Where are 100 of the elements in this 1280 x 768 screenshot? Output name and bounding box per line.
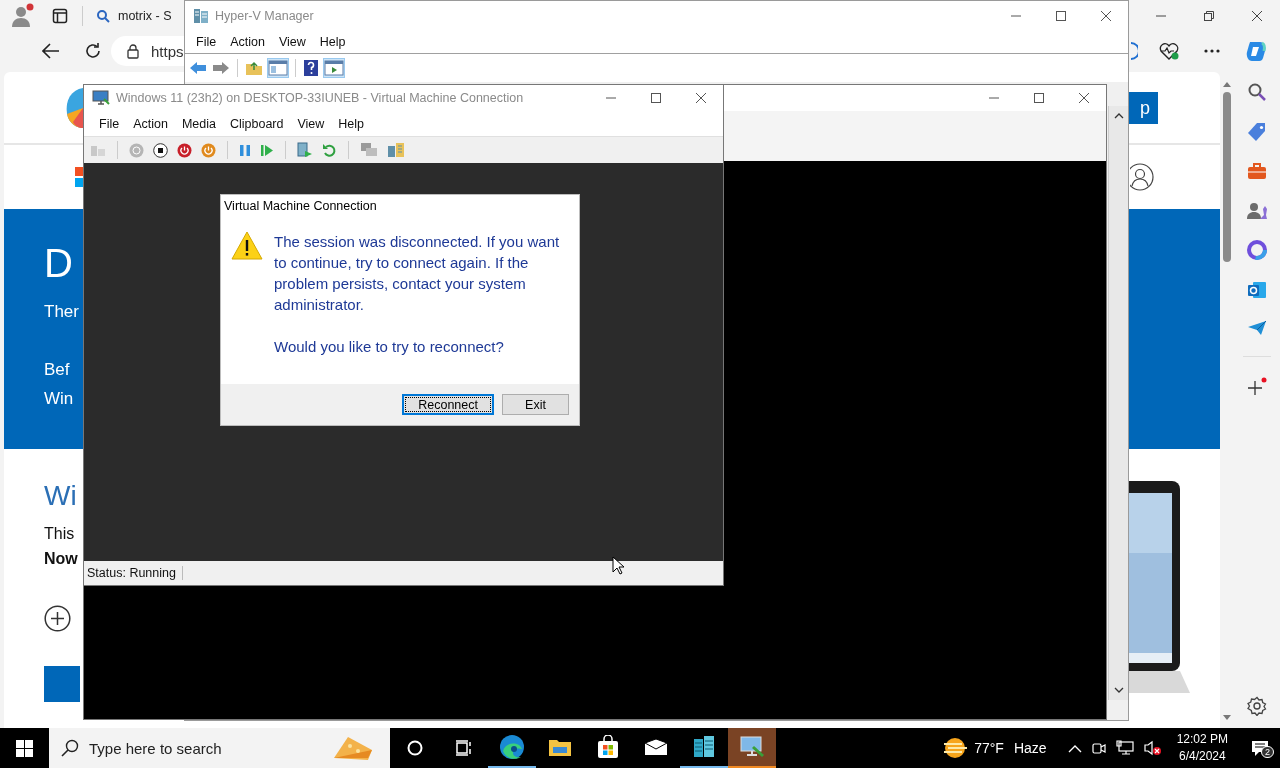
header-button[interactable]: p: [1128, 92, 1158, 124]
restore-icon[interactable]: [1203, 10, 1215, 22]
clock-date[interactable]: 6/4/2024: [1178, 748, 1226, 765]
window-title: Hyper-V Manager: [215, 9, 314, 23]
copilot-icon[interactable]: [1244, 39, 1268, 63]
close-icon[interactable]: [695, 92, 707, 104]
scrollbar[interactable]: [1222, 80, 1232, 722]
more-icon[interactable]: [1204, 49, 1220, 53]
checkpoint-icon[interactable]: [297, 142, 313, 158]
address-text: https: [151, 42, 184, 60]
power-icon[interactable]: [177, 142, 192, 158]
revert-icon[interactable]: [322, 142, 337, 158]
menu-item[interactable]: File: [189, 35, 224, 49]
outlook-icon[interactable]: [1247, 280, 1267, 300]
help-icon[interactable]: [303, 59, 319, 77]
office-icon[interactable]: [1247, 240, 1267, 260]
search-icon[interactable]: [1247, 82, 1267, 102]
account-icon[interactable]: [1130, 163, 1154, 191]
dialog-message: The session was disconnected. If you want to continue, try to connect again. If the problem persists, contact your system administrator.: [274, 232, 561, 315]
task-view-icon[interactable]: [455, 740, 473, 756]
menu-item[interactable]: Media: [174, 116, 223, 131]
microsoft-logo-icon: [75, 167, 83, 187]
dialog-title: Virtual Machine Connection: [223, 198, 378, 215]
window-title: Windows 11 (23h2) on DESKTOP-33IUNEB - Virtual Machine Connection: [116, 91, 524, 105]
search-icon: [61, 739, 79, 757]
send-icon[interactable]: [1247, 320, 1267, 336]
maximize-icon[interactable]: [650, 92, 662, 104]
camera-icon[interactable]: [1091, 740, 1106, 756]
monitor-icon: [92, 90, 110, 106]
scrollbar-thumb[interactable]: [1223, 92, 1231, 262]
menu-item[interactable]: Help: [331, 116, 372, 131]
menu-item[interactable]: File: [92, 116, 127, 131]
dialog-button[interactable]: Reconnect: [402, 394, 494, 415]
console-tree-icon[interactable]: [268, 59, 288, 77]
extension-icon[interactable]: [1131, 42, 1138, 60]
lock-icon: [127, 43, 139, 59]
pause-icon[interactable]: [239, 143, 251, 157]
add-icon[interactable]: [44, 605, 71, 632]
body-text: Now: [44, 549, 78, 569]
games-icon[interactable]: [1247, 200, 1267, 220]
search-icon: [96, 9, 110, 23]
action-pane-icon[interactable]: [324, 59, 344, 77]
health-icon[interactable]: [1158, 41, 1180, 61]
clock-time[interactable]: 12:02 PM: [1176, 731, 1228, 748]
tag-icon[interactable]: [1247, 122, 1267, 142]
share-icon[interactable]: [387, 142, 405, 158]
refresh-icon[interactable]: [84, 42, 102, 60]
menu-item[interactable]: Action: [126, 116, 175, 131]
tab-title[interactable]: motrix - S: [118, 9, 172, 23]
logo-icon: [64, 86, 83, 130]
close-icon[interactable]: [1251, 10, 1263, 22]
dialog-button[interactable]: Exit: [502, 394, 569, 415]
settings-icon[interactable]: [1247, 696, 1267, 716]
scrollbar[interactable]: [1108, 106, 1128, 700]
scroll-down-icon[interactable]: [1113, 687, 1124, 694]
menu-item[interactable]: Clipboard: [222, 116, 291, 131]
stop-icon[interactable]: [153, 142, 168, 158]
edge-icon: [499, 734, 525, 760]
banner-text: Bef: [44, 359, 70, 381]
tab-actions-icon[interactable]: [52, 8, 68, 24]
menu-item[interactable]: View: [290, 116, 332, 131]
forward-arrow-icon[interactable]: [212, 61, 230, 75]
weather-icon[interactable]: [942, 737, 969, 759]
profile-icon[interactable]: [9, 3, 35, 29]
mail-icon: [644, 738, 668, 756]
add-icon[interactable]: [1247, 377, 1267, 397]
back-arrow-icon[interactable]: [189, 61, 207, 75]
close-icon[interactable]: [1100, 10, 1112, 22]
briefcase-icon[interactable]: [1247, 162, 1267, 180]
menu-item[interactable]: Action: [223, 35, 272, 49]
maximize-icon[interactable]: [1033, 92, 1045, 104]
address-field[interactable]: https: [111, 36, 185, 66]
weather-condition[interactable]: Haze: [1013, 740, 1047, 756]
temperature-text[interactable]: 77°F: [974, 740, 1004, 756]
server-icon: [692, 735, 716, 759]
cortana-icon[interactable]: [407, 740, 423, 756]
vm-connection-icon: [739, 735, 765, 759]
status-text: Status: Running: [87, 566, 183, 580]
chevron-up-icon[interactable]: [1067, 743, 1082, 753]
warning-icon: [231, 231, 263, 260]
menu-item[interactable]: Help: [312, 35, 353, 49]
body-text: This: [44, 524, 75, 544]
start-icon[interactable]: [129, 142, 144, 158]
banner-text: Win: [44, 388, 74, 410]
folder-icon: [548, 737, 572, 757]
save-state-icon[interactable]: [201, 142, 216, 158]
banner-heading: D: [44, 240, 73, 287]
banner-text: Ther: [44, 301, 79, 323]
search-input[interactable]: Type here to search: [87, 738, 324, 758]
scroll-up-icon[interactable]: [1113, 112, 1124, 119]
menu-item[interactable]: View: [271, 35, 313, 49]
close-icon[interactable]: [1078, 92, 1090, 104]
server-icon: [193, 8, 209, 24]
network-icon[interactable]: [1115, 740, 1134, 756]
search-field[interactable]: Type here to search: [49, 728, 390, 768]
start-icon[interactable]: [16, 739, 33, 757]
volume-icon[interactable]: [1143, 740, 1162, 756]
folder-icon[interactable]: [245, 60, 263, 76]
maximize-icon[interactable]: [1055, 10, 1067, 22]
back-icon[interactable]: [42, 43, 60, 59]
